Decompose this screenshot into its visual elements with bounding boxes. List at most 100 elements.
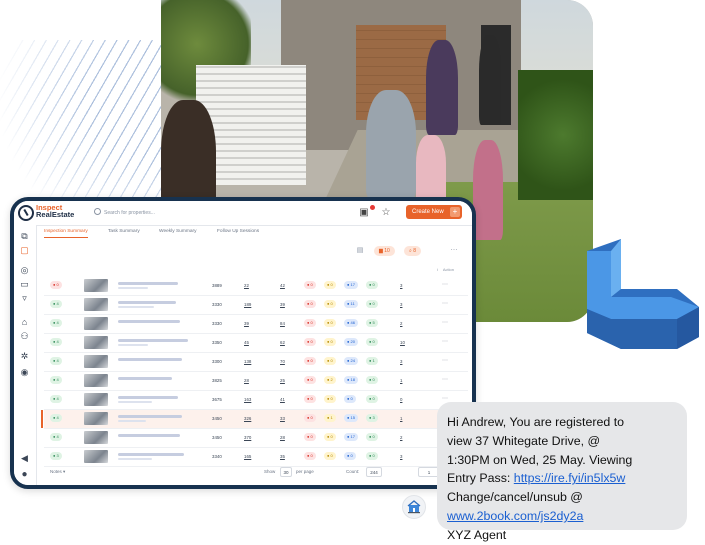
red-pill: ● 0 [304, 414, 316, 422]
views-count[interactable]: 189 [244, 302, 251, 307]
row-actions-icon[interactable]: ⋯ [442, 300, 448, 307]
count-value: 244 [366, 467, 382, 477]
status-pill: ● 4 [50, 414, 62, 422]
visits-count[interactable]: 35 [280, 454, 285, 459]
table-row[interactable]: ● 4 3300 138 70 ● 0 ● 0 ● 24 ● 1 3 ⋯ [44, 353, 468, 372]
follow-up-count[interactable]: 3 [400, 454, 402, 459]
follow-up-count[interactable]: 2 [400, 435, 402, 440]
follow-up-count[interactable]: 10 [400, 340, 405, 345]
visits-count[interactable]: 42 [280, 283, 285, 288]
table-header: i Action [44, 265, 468, 275]
row-actions-icon[interactable]: ⋯ [442, 338, 448, 345]
tab-task-summary[interactable]: Task Summary [108, 229, 140, 234]
property-thumbnail [84, 450, 108, 463]
follow-up-count[interactable]: 0 [400, 397, 402, 402]
visits-count[interactable]: 84 [280, 321, 285, 326]
blue-pill: ● 18 [344, 376, 358, 384]
row-actions-icon[interactable]: ⋯ [442, 319, 448, 326]
table-row[interactable]: ● 4345032633● 0● 1● 15● 31⋯ [41, 410, 468, 429]
table-row[interactable]: ● 4 3330 189 39 ● 0 ● 0 ● 11 ● 0 3 ⋯ [44, 296, 468, 315]
calendar-icon[interactable]: ▣ [358, 207, 370, 219]
status-pill: ● 4 [50, 338, 62, 346]
table-row[interactable]: ● 4 3675 163 41 ● 0 ● 0 ● 0 ● 0 0 ⋯ [44, 391, 468, 410]
visits-count[interactable]: 33 [280, 416, 285, 421]
sidebar-item-help[interactable]: ◉ [19, 367, 30, 378]
postcode: 3300 [212, 359, 222, 364]
follow-up-count[interactable]: 3 [400, 359, 402, 364]
follow-up-count[interactable]: 1 [400, 378, 402, 383]
visits-count[interactable]: 62 [280, 340, 285, 345]
views-count[interactable]: 165 [244, 454, 251, 459]
follow-up-count[interactable]: 3 [400, 302, 402, 307]
sidebar-item-inspections[interactable]: ▢ [19, 245, 30, 256]
blue-pill: ● 46 [344, 319, 358, 327]
property-thumbnail [84, 317, 108, 330]
views-count[interactable]: 138 [244, 359, 251, 364]
green-pill: ● 3 [366, 414, 378, 422]
more-icon[interactable]: ⋯ [448, 245, 460, 257]
postcode: 3350 [212, 340, 222, 345]
table-footer: Notes ▾ Show 30 per page Count: 244 1 [44, 465, 468, 481]
chip-homes[interactable]: ▆ 10 [374, 246, 395, 256]
search-input[interactable]: Search for properties... [94, 208, 155, 216]
tab-inspection-summary[interactable]: Inspection Summary [44, 229, 88, 238]
notification-dot [370, 205, 375, 210]
views-count[interactable]: 22 [244, 283, 249, 288]
sidebar-item-dashboard[interactable]: ⧉ [19, 231, 30, 242]
views-count[interactable]: 163 [244, 397, 251, 402]
table-row[interactable]: ● 4 3330 39 84 ● 0 ● 0 ● 46 ● 5 2 ⋯ [44, 315, 468, 334]
per-page-select[interactable]: 30 [280, 467, 292, 477]
red-pill: ● 0 [304, 300, 316, 308]
notes-dropdown[interactable]: Notes ▾ [50, 469, 65, 475]
views-count[interactable]: 45 [244, 340, 249, 345]
row-actions-icon[interactable]: ⋯ [442, 395, 448, 402]
views-count[interactable]: 326 [244, 416, 251, 421]
views-count[interactable]: 28 [244, 378, 249, 383]
tab-weekly-summary[interactable]: Weekly Summary [159, 229, 197, 234]
sidebar-item-home[interactable]: ⌂ [19, 317, 30, 328]
table-row[interactable]: ● 0 3889 22 42 ● 0 ● 0 ● 17 ● 0 3 ⋯ [44, 277, 468, 296]
row-actions-icon[interactable]: ⋯ [442, 357, 448, 364]
user-avatar-icon[interactable]: ● [19, 469, 30, 480]
house-icon [407, 500, 421, 514]
entry-pass-link[interactable]: https://ire.fyi/in5lx5w [514, 471, 626, 485]
unsubscribe-link[interactable]: www.2book.com/js2dy2a [447, 509, 583, 523]
row-actions-icon[interactable]: ⋯ [442, 376, 448, 383]
follow-up-count[interactable]: 1 [400, 416, 402, 421]
sidebar-item-contacts[interactable]: ◎ [19, 265, 30, 276]
sidebar-item-settings[interactable]: ✲ [19, 351, 30, 362]
visits-count[interactable]: 41 [280, 397, 285, 402]
property-thumbnail [84, 431, 108, 444]
yellow-pill: ● 0 [324, 395, 336, 403]
postcode: 3825 [212, 378, 222, 383]
table-row[interactable]: ● 4345037028● 0● 0● 17● 02⋯ [44, 429, 468, 448]
sidebar-item-properties[interactable]: ▭ [19, 279, 30, 290]
visits-count[interactable]: 25 [280, 378, 285, 383]
blue-pill: ● 24 [344, 357, 358, 365]
views-count[interactable]: 39 [244, 321, 249, 326]
red-pill: ● 0 [304, 357, 316, 365]
follow-up-count[interactable]: 3 [400, 283, 402, 288]
create-new-label: Create New [412, 209, 444, 215]
sidebar-item-users[interactable]: ⚇ [19, 331, 30, 342]
row-actions-icon[interactable]: ⋯ [442, 281, 448, 288]
sidebar-item-reports[interactable]: ▿ [19, 293, 30, 304]
visits-count[interactable]: 39 [280, 302, 285, 307]
chip-search[interactable]: ⌕ 8 [404, 246, 421, 256]
table-row[interactable]: ● 4 3825 28 25 ● 0 ● 2 ● 18 ● 0 1 ⋯ [44, 372, 468, 391]
inspection-table: ● 0 3889 22 42 ● 0 ● 0 ● 17 ● 0 3 ⋯ ● 4 3330 189 39 ● … [41, 277, 468, 467]
property-suburb-redacted [118, 344, 148, 346]
create-new-button[interactable]: Create New + [406, 205, 462, 219]
sidebar-item-back[interactable]: ◀ [19, 453, 30, 464]
property-address-redacted [118, 415, 182, 418]
star-icon[interactable]: ☆ [380, 207, 392, 219]
views-count[interactable]: 370 [244, 435, 251, 440]
follow-up-count[interactable]: 2 [400, 321, 402, 326]
tab-follow-up-sessions[interactable]: Follow Up Sessions [217, 229, 259, 234]
sms-line-1: Hi Andrew, You are registered to [447, 415, 625, 429]
visits-count[interactable]: 28 [280, 435, 285, 440]
filter-icon[interactable]: ▤ [354, 245, 366, 257]
table-row[interactable]: ● 4 3350 45 62 ● 0 ● 0 ● 20 ● 0 10 ⋯ [44, 334, 468, 353]
visits-count[interactable]: 70 [280, 359, 285, 364]
notes-label: Notes [50, 469, 62, 474]
